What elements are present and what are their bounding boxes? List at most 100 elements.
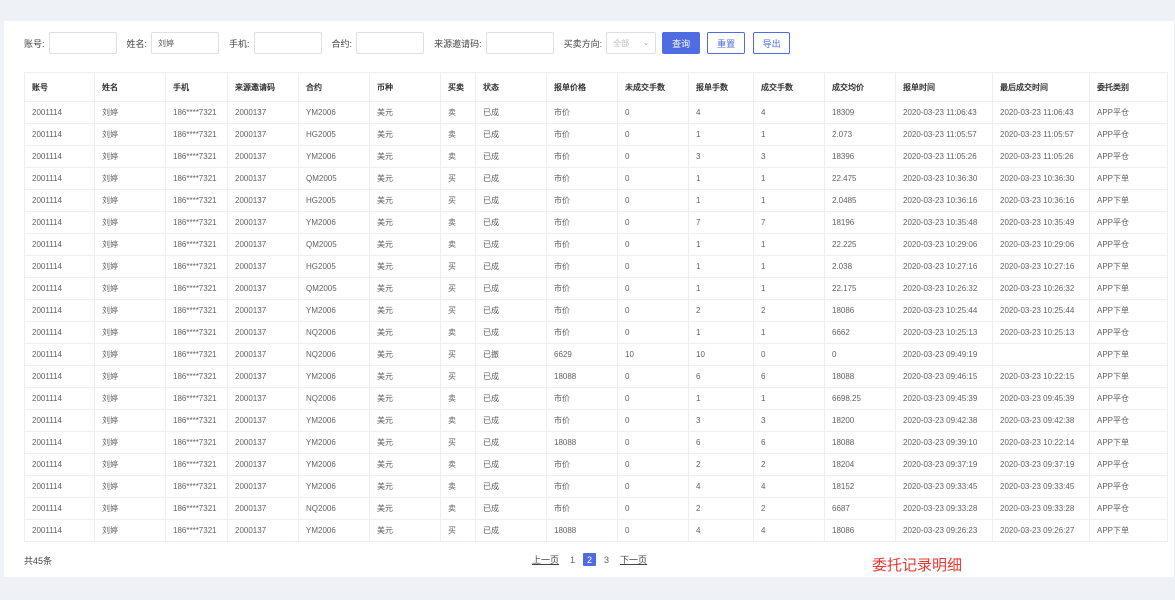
table-cell: HG2005 [298, 255, 370, 278]
direction-select-value: 全部 [613, 38, 630, 48]
table-cell: 已成 [475, 123, 547, 146]
table-cell: 刘婷 [94, 123, 166, 146]
invite-code-input[interactable] [485, 32, 554, 54]
table-cell: 0 [617, 453, 689, 476]
table-cell: 0 [617, 167, 689, 190]
contract-input[interactable] [356, 32, 425, 54]
table-cell: 2001114 [24, 123, 95, 146]
table-cell: 已成 [475, 277, 547, 300]
page-number[interactable]: 2 [583, 553, 597, 566]
table-cell: 1 [688, 321, 754, 344]
table-cell: 市价 [546, 497, 618, 520]
table-cell: 2020-03-23 09:33:28 [992, 497, 1090, 520]
table-cell: 18088 [824, 431, 896, 454]
table-cell: APP下单 [1089, 519, 1168, 542]
table-cell: APP下单 [1089, 343, 1168, 366]
table-cell: 1 [753, 123, 825, 146]
table-cell: 1 [753, 167, 825, 190]
table-row: 2001114 刘婷 186****7321 2000137 HG2005 美元买已成 市价… [24, 189, 1168, 212]
table-cell: 0 [617, 387, 689, 410]
page-number[interactable]: 1 [570, 555, 575, 565]
table-cell: 10 [688, 343, 754, 366]
table-cell: 2001114 [24, 519, 95, 542]
direction-select[interactable]: 全部 ⌄ [606, 32, 657, 54]
table-body: 2001114 刘婷 186****7321 2000137 YM2006 美元卖已成 市价… [24, 101, 1168, 542]
table-cell: 买 [440, 167, 476, 190]
table-cell: 2020-03-23 09:46:15 [895, 365, 993, 388]
table-cell: 刘婷 [94, 343, 166, 366]
table-cell: 2000137 [227, 145, 299, 168]
table-cell: 2001114 [24, 233, 95, 256]
table-cell: 2020-03-23 10:35:48 [895, 211, 993, 234]
table-cell: 2001114 [24, 431, 95, 454]
table-cell: APP下单 [1089, 431, 1168, 454]
table-cell: 卖 [440, 475, 476, 498]
page-caption: 委托记录明细 [872, 557, 963, 574]
table-cell: 买 [440, 365, 476, 388]
table-cell: 0 [617, 123, 689, 146]
table-cell: 刘婷 [94, 233, 166, 256]
table-cell: 22.225 [824, 233, 896, 256]
table-cell: 市价 [546, 189, 618, 212]
table-cell: YM2006 [298, 299, 370, 322]
table-cell: 刘婷 [94, 277, 166, 300]
table-cell: 2020-03-23 10:36:16 [895, 189, 993, 212]
table-cell: 186****7321 [165, 475, 228, 498]
table-cell: 18086 [824, 299, 896, 322]
page-number[interactable]: 3 [604, 555, 609, 565]
table-cell: 美元 [369, 189, 441, 212]
table-cell: 2000137 [227, 497, 299, 520]
table-cell: 美元 [369, 321, 441, 344]
table-cell: 市价 [546, 211, 618, 234]
table-row: 2001114 刘婷 186****7321 2000137 NQ2006 美元卖已成 市价… [24, 321, 1168, 344]
table-cell: 1 [688, 387, 754, 410]
table-cell: 2000137 [227, 519, 299, 542]
table-cell: 市价 [546, 123, 618, 146]
prev-page-link[interactable]: 上一页 [532, 553, 559, 566]
table-row: 2001114 刘婷 186****7321 2000137 YM2006 美元买已成 市价… [24, 299, 1168, 322]
table-cell: 2020-03-23 11:05:26 [992, 145, 1090, 168]
table-cell: 2001114 [24, 167, 95, 190]
table-cell: 市价 [546, 387, 618, 410]
table-cell: 2020-03-23 10:27:16 [895, 255, 993, 278]
table-cell: 卖 [440, 233, 476, 256]
table-cell: 已成 [475, 497, 547, 520]
column-header: 姓名 [94, 72, 166, 102]
table-cell: 2020-03-23 11:05:26 [895, 145, 993, 168]
table-cell: 6687 [824, 497, 896, 520]
table-row: 2001114 刘婷 186****7321 2000137 NQ2006 美元买已撤 66… [24, 343, 1168, 366]
column-header: 状态 [475, 72, 547, 102]
table-cell: HG2005 [298, 189, 370, 212]
export-button[interactable]: 导出 [753, 32, 791, 54]
name-label: 姓名: [126, 38, 148, 49]
table-cell: 买 [440, 519, 476, 542]
table-cell: 2.073 [824, 123, 896, 146]
table-cell: 2020-03-23 10:25:44 [992, 299, 1090, 322]
table-cell: 刘婷 [94, 321, 166, 344]
phone-input[interactable] [253, 32, 322, 54]
table-cell: 已成 [475, 409, 547, 432]
table-cell: 刘婷 [94, 519, 166, 542]
table-cell: 18152 [824, 475, 896, 498]
order-table: 账号 姓名 手机 来源邀请码 合约 币种 买卖 状态 报单价格 未成交手数 报单手数 成交手数 成交均价… [24, 72, 1168, 542]
direction-label: 买卖方向: [563, 38, 603, 49]
table-cell: 已撤 [475, 343, 547, 366]
table-cell: NQ2006 [298, 343, 370, 366]
table-row: 2001114 刘婷 186****7321 2000137 YM2006 美元卖已成 市价… [24, 475, 1168, 498]
table-row: 2001114 刘婷 186****7321 2000137 NQ2006 美元卖已成 市价… [24, 497, 1168, 520]
table-cell: 市价 [546, 145, 618, 168]
account-input[interactable] [48, 32, 117, 54]
table-cell: 刘婷 [94, 453, 166, 476]
table-cell: 2020-03-23 10:36:16 [992, 189, 1090, 212]
table-cell: 6 [688, 431, 754, 454]
name-input[interactable]: 刘婷 [151, 32, 220, 54]
table-cell: 美元 [369, 145, 441, 168]
query-button[interactable]: 查询 [662, 32, 701, 54]
table-cell: 0 [617, 189, 689, 212]
reset-button[interactable]: 重置 [707, 32, 746, 54]
table-cell: APP平仓 [1089, 101, 1168, 124]
next-page-link[interactable]: 下一页 [620, 553, 647, 566]
table-cell: 2001114 [24, 321, 95, 344]
table-cell: 2 [688, 453, 754, 476]
table-cell: APP平仓 [1089, 145, 1168, 168]
